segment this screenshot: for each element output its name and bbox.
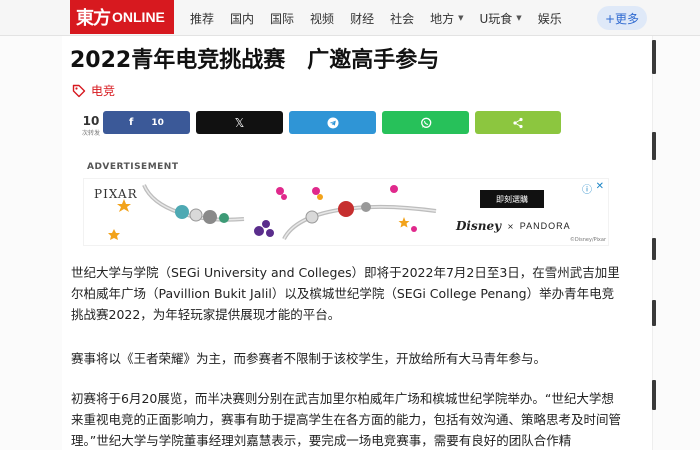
ad-product-image xyxy=(108,184,437,241)
nav-item-finance[interactable]: 财经 xyxy=(350,10,374,27)
x-share-button[interactable]: 𝕏 xyxy=(196,111,283,134)
article-paragraph: 初赛将于6月20展览，而半决赛则分别在武吉加里尔柏威年广场和槟城世纪学院举办。“… xyxy=(71,391,622,448)
share-count-number: 10 xyxy=(82,114,100,128)
partner-separator: × xyxy=(507,221,514,231)
chevron-down-icon: ▼ xyxy=(458,14,464,22)
article-title: 2022青年电竞挑战赛 广邀高手参与 xyxy=(70,48,440,73)
article-paragraph: 赛事将以《王者荣耀》为主，而参赛者不限制于该校学生，开放给所有大马青年参与。 xyxy=(71,351,547,366)
sidebar-image-edge xyxy=(652,380,656,410)
ad-info-icon[interactable]: ⓘ xyxy=(582,181,592,196)
advertisement-label: ADVERTISEMENT xyxy=(87,162,179,172)
sidebar-image-edge xyxy=(652,238,656,260)
logo-english-text: ONLINE xyxy=(112,9,165,25)
disney-logo-text: Disney xyxy=(456,219,502,233)
sidebar-image-edge xyxy=(652,40,656,74)
whatsapp-icon xyxy=(420,117,431,128)
main-nav: 推荐 国内 国际 视频 财经 社会 地方 ▼ U玩食 ▼ 娱乐 xyxy=(190,0,578,36)
nav-item-food-label: U玩食 xyxy=(479,11,513,26)
facebook-icon: f xyxy=(129,117,134,128)
advertisement-banner[interactable]: PIXAR 即刻選購 Disney × PANDORA ⓘ ✕ ©Disney/… xyxy=(83,178,609,246)
nav-item-local[interactable]: 地方 ▼ xyxy=(430,10,463,27)
facebook-share-count: 10 xyxy=(151,117,164,128)
nav-item-video[interactable]: 视频 xyxy=(310,10,334,27)
article-paragraph: 世纪大学与学院（SEGi University and Colleges）即将于… xyxy=(71,265,620,322)
telegram-share-button[interactable] xyxy=(289,111,376,134)
sidebar-image-edge xyxy=(652,132,656,160)
ad-close-icon[interactable]: ✕ xyxy=(596,181,604,192)
pandora-logo-text: PANDORA xyxy=(519,221,571,231)
nav-item-international[interactable]: 国际 xyxy=(270,10,294,27)
telegram-icon xyxy=(327,117,338,128)
share-count: 10 次转发 xyxy=(78,114,104,137)
whatsapp-share-button[interactable] xyxy=(382,111,469,134)
top-navigation-bar: 東方 ONLINE 推荐 国内 国际 视频 财经 社会 地方 ▼ U玩食 ▼ 娱乐 … xyxy=(0,0,700,36)
left-margin xyxy=(0,36,62,450)
right-sidebar xyxy=(652,36,700,450)
share-count-label: 次转发 xyxy=(81,130,100,137)
site-logo[interactable]: 東方 ONLINE xyxy=(70,0,174,34)
ad-cta-button[interactable]: 即刻選購 xyxy=(480,190,544,208)
generic-share-button[interactable] xyxy=(475,111,561,134)
nav-item-entertainment[interactable]: 娱乐 xyxy=(538,10,562,27)
facebook-share-button[interactable]: f 10 xyxy=(103,111,190,134)
more-button[interactable]: +更多 xyxy=(597,6,647,30)
nav-item-local-label: 地方 xyxy=(430,11,455,26)
share-icon xyxy=(513,117,523,128)
nav-item-food[interactable]: U玩食 ▼ xyxy=(480,10,522,27)
tag-icon xyxy=(72,84,86,97)
nav-item-recommended[interactable]: 推荐 xyxy=(190,10,214,27)
ad-partners: Disney × PANDORA xyxy=(456,219,571,233)
sidebar-image-edge xyxy=(652,300,656,326)
logo-chinese-text: 東方 xyxy=(76,8,111,29)
nav-item-domestic[interactable]: 国内 xyxy=(230,10,254,27)
ad-copyright: ©Disney/Pixar xyxy=(569,237,606,243)
category-tag[interactable]: 电竞 xyxy=(72,82,115,99)
category-tag-label: 电竞 xyxy=(91,84,116,98)
nav-item-society[interactable]: 社会 xyxy=(390,10,414,27)
chevron-down-icon: ▼ xyxy=(516,14,522,22)
x-icon: 𝕏 xyxy=(234,115,245,130)
